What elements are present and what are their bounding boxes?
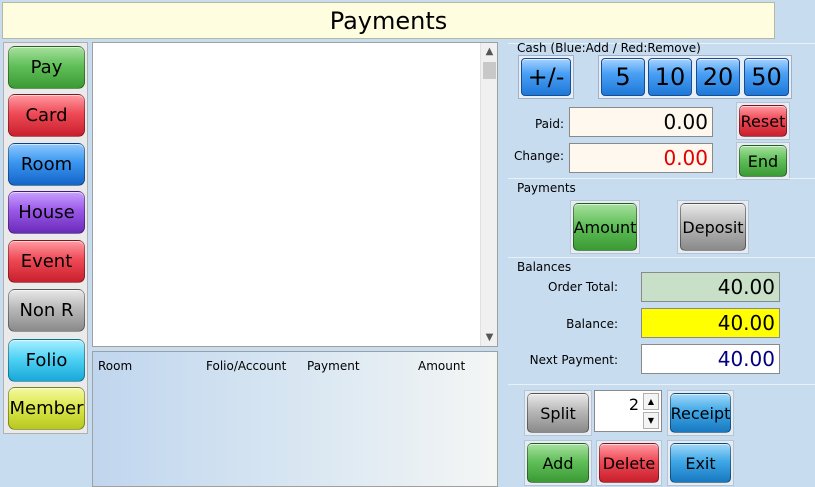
list-scrollbar[interactable]: ▲ ▼ bbox=[480, 43, 497, 346]
item-list[interactable]: ▲ ▼ bbox=[92, 42, 498, 347]
split-count-value: 2 bbox=[628, 395, 639, 414]
nav-member-button[interactable]: Member bbox=[8, 387, 85, 430]
cash-group-label: Cash (Blue:Add / Red:Remove) bbox=[517, 41, 701, 55]
exit-button[interactable]: Exit bbox=[670, 443, 731, 483]
end-button[interactable]: End bbox=[739, 145, 787, 177]
nav-card-button[interactable]: Card bbox=[8, 94, 85, 137]
nav-house-button[interactable]: House bbox=[8, 191, 85, 234]
balances-group-label: Balances bbox=[517, 260, 572, 274]
add-remove-toggle-button[interactable]: +/- bbox=[521, 58, 571, 96]
scroll-up-icon[interactable]: ▲ bbox=[481, 43, 498, 60]
page-title: Payments bbox=[2, 2, 775, 39]
order-total-value: 40.00 bbox=[641, 272, 780, 302]
change-label: Change: bbox=[514, 149, 564, 163]
column-header-folio-account: Folio/Account bbox=[206, 359, 287, 373]
payments-table[interactable]: Room Folio/Account Payment Amount bbox=[92, 351, 498, 487]
balance-label: Balance: bbox=[566, 317, 618, 331]
column-header-amount: Amount bbox=[418, 359, 466, 373]
next-payment-label: Next Payment: bbox=[529, 353, 618, 367]
payments-group-label: Payments bbox=[517, 181, 576, 195]
nav-event-button[interactable]: Event bbox=[8, 240, 85, 283]
nav-folio-button[interactable]: Folio bbox=[8, 339, 85, 382]
delete-button[interactable]: Delete bbox=[599, 443, 659, 483]
nav-non-resident-button[interactable]: Non R bbox=[8, 289, 85, 332]
reset-button[interactable]: Reset bbox=[739, 105, 787, 137]
stepper-down-icon[interactable]: ▼ bbox=[643, 412, 659, 429]
receipt-button[interactable]: Receipt bbox=[670, 393, 731, 433]
split-count-stepper[interactable]: 2 ▲ ▼ bbox=[594, 390, 662, 432]
scroll-thumb[interactable] bbox=[483, 62, 496, 79]
cash-10-button[interactable]: 10 bbox=[648, 58, 692, 96]
order-total-label: Order Total: bbox=[548, 280, 618, 294]
payment-type-nav: Pay Card Room House Event Non R Folio Me… bbox=[3, 42, 88, 434]
change-value: 0.00 bbox=[569, 143, 713, 173]
cash-50-button[interactable]: 50 bbox=[744, 58, 789, 96]
nav-room-button[interactable]: Room bbox=[8, 143, 85, 186]
split-button[interactable]: Split bbox=[527, 393, 589, 433]
balance-value: 40.00 bbox=[641, 308, 780, 338]
cash-20-button[interactable]: 20 bbox=[696, 58, 740, 96]
next-payment-value: 40.00 bbox=[641, 344, 780, 374]
nav-pay-button[interactable]: Pay bbox=[8, 46, 85, 89]
deposit-button[interactable]: Deposit bbox=[680, 203, 746, 251]
stepper-up-icon[interactable]: ▲ bbox=[643, 393, 659, 410]
column-header-payment: Payment bbox=[307, 359, 360, 373]
paid-label: Paid: bbox=[534, 117, 564, 131]
payments-group: Payments bbox=[508, 178, 815, 256]
paid-value: 0.00 bbox=[569, 107, 713, 137]
scroll-down-icon[interactable]: ▼ bbox=[481, 329, 498, 346]
cash-5-button[interactable]: 5 bbox=[601, 58, 645, 96]
column-header-room: Room bbox=[98, 359, 133, 373]
amount-button[interactable]: Amount bbox=[573, 203, 637, 251]
add-button[interactable]: Add bbox=[527, 443, 589, 483]
